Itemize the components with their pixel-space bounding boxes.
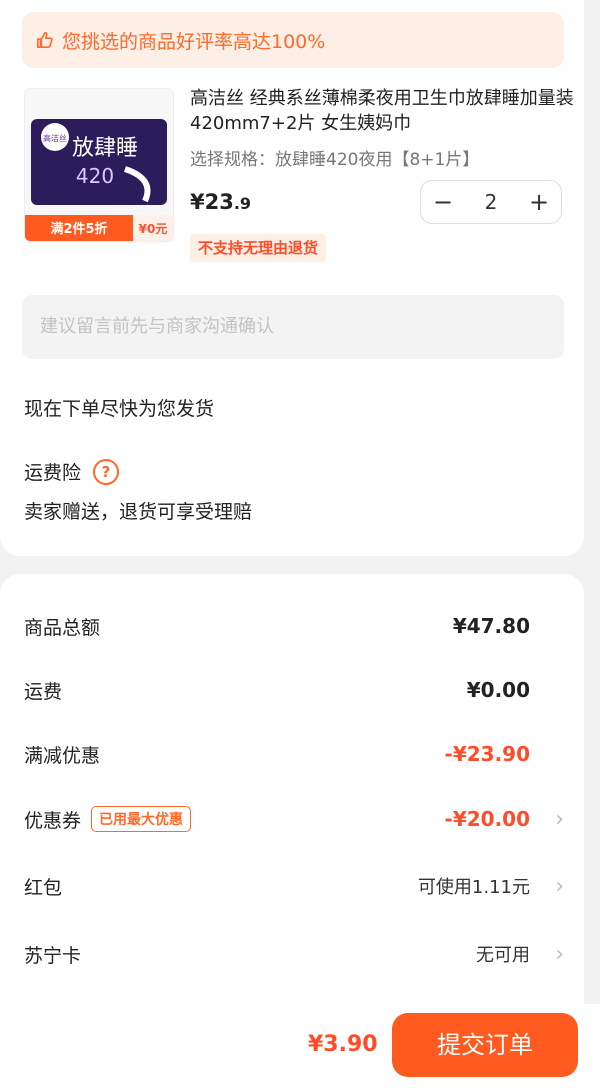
quantity-value[interactable]: 2: [469, 190, 513, 214]
product-title[interactable]: 高洁丝 经典系丝薄棉柔夜用卫生巾放肆睡加量装420mm7+2片 女生姨妈巾: [190, 86, 580, 136]
summary-value: -¥20.00: [444, 807, 530, 831]
thumb-price: ¥0元: [139, 222, 168, 236]
summary-label: 优惠券: [24, 809, 82, 832]
summary-label: 商品总额: [24, 616, 101, 639]
memo-placeholder: 建议留言前先与商家沟通确认: [40, 316, 274, 337]
rating-banner: 您挑选的商品好评率高达100%: [22, 12, 564, 68]
summary-value: 可使用1.11元: [417, 877, 530, 898]
chevron-right-icon[interactable]: ›: [555, 942, 564, 967]
product-spec[interactable]: 选择规格：放肆睡420夜用【8+1片】: [190, 145, 479, 170]
order-item-card: 您挑选的商品好评率高达100% 高洁丝 放肆睡 420 满2件5折 ¥0元 高洁…: [0, 0, 584, 556]
banner-text: 您挑选的商品好评率高达100%: [62, 30, 326, 53]
price-main: ¥23: [190, 190, 234, 214]
thumb-promo: 满2件5折: [50, 221, 107, 237]
increase-button[interactable]: +: [517, 188, 561, 216]
quantity-stepper: − 2 +: [420, 180, 562, 224]
chevron-right-icon[interactable]: ›: [555, 807, 564, 832]
summary-value: 无可用: [476, 945, 530, 966]
submit-order-button[interactable]: 提交订单: [392, 1013, 578, 1077]
insurance-description: 卖家赠送，退货可享受理赔: [24, 501, 253, 523]
summary-label: 运费: [24, 680, 63, 703]
question-circle-icon[interactable]: ?: [93, 458, 120, 485]
insurance-label-row: 运费险 ?: [24, 458, 120, 485]
summary-row-full-reduction: 满减优惠 -¥23.90: [24, 734, 564, 774]
thumb-title: 放肆睡: [72, 136, 138, 161]
insurance-label: 运费险: [24, 462, 82, 484]
return-policy-tag: 不支持无理由退货: [190, 234, 327, 262]
summary-label: 苏宁卡: [24, 944, 82, 967]
summary-row-shipping: 运费 ¥0.00: [24, 670, 564, 710]
summary-label: 满减优惠: [24, 744, 101, 767]
thumb-size: 420: [76, 164, 114, 188]
product-image[interactable]: 高洁丝 放肆睡 420 满2件5折 ¥0元: [24, 88, 174, 242]
shipping-note: 现在下单尽快为您发货: [24, 398, 215, 420]
summary-value: ¥47.80: [452, 614, 530, 638]
decrease-button[interactable]: −: [421, 188, 465, 216]
chevron-right-icon[interactable]: ›: [555, 874, 564, 899]
memo-input[interactable]: 建议留言前先与商家沟通确认: [22, 295, 564, 359]
summary-row-goods-total: 商品总额 ¥47.80: [24, 606, 564, 646]
order-total: ¥3.90: [308, 1032, 378, 1057]
coupon-badge: 已用最大优惠: [91, 806, 192, 832]
thumbs-up-icon: [36, 31, 53, 49]
product-package-image: 高洁丝 放肆睡 420 满2件5折 ¥0元: [25, 89, 173, 241]
price-decimal: .9: [233, 194, 252, 213]
summary-row-red-packet[interactable]: 红包 可使用1.11元 ›: [24, 866, 564, 906]
summary-label: 红包: [24, 876, 63, 899]
thumb-brand: 高洁丝: [43, 133, 67, 143]
summary-value: ¥0.00: [466, 678, 530, 702]
summary-row-suning-card[interactable]: 苏宁卡 无可用 ›: [24, 934, 564, 974]
summary-value: -¥23.90: [444, 742, 530, 766]
product-price: ¥23.9: [190, 190, 251, 214]
summary-row-coupon[interactable]: 优惠券 已用最大优惠 -¥20.00 ›: [24, 799, 564, 839]
